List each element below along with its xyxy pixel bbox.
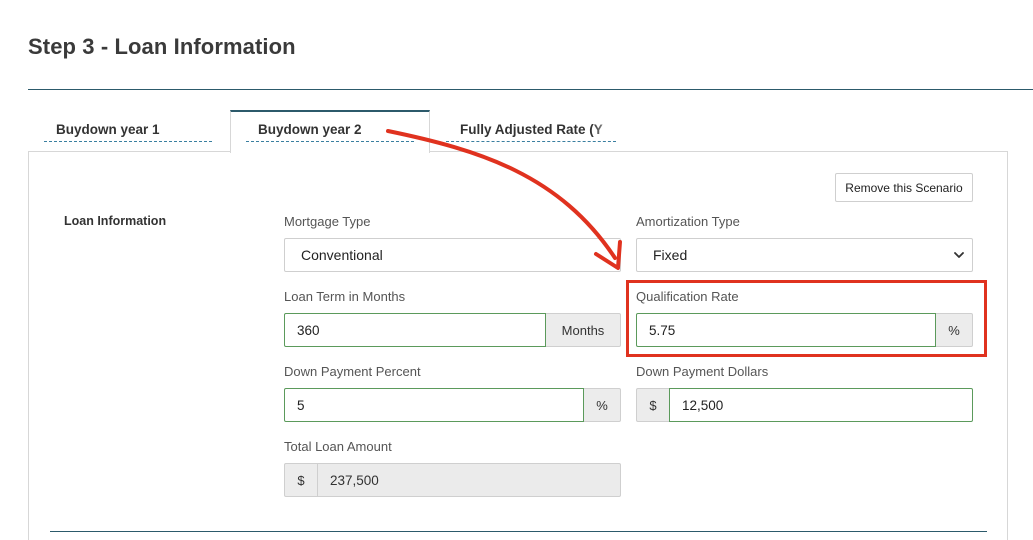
tab-fully-adjusted-rate[interactable]: Fully Adjusted Rate (Y [460, 122, 606, 137]
amortization-type-select[interactable]: Fixed [636, 238, 973, 272]
remove-scenario-button[interactable]: Remove this Scenario [835, 173, 973, 202]
total-loan-amount-field: $ 237,500 [284, 463, 621, 497]
section-label: Loan Information [64, 214, 167, 228]
mortgage-type-label: Mortgage Type [284, 214, 371, 229]
amortization-type-label: Amortization Type [636, 214, 740, 229]
qualification-rate-input[interactable]: 5.75 [636, 313, 936, 347]
page-title: Step 3 - Loan Information [28, 34, 296, 59]
amortization-type-value[interactable]: Fixed [636, 238, 973, 272]
section-divider [50, 531, 987, 532]
tab-underline [246, 141, 414, 142]
down-payment-percent-suffix: % [584, 388, 621, 422]
loan-term-input[interactable]: 360 [284, 313, 546, 347]
tab-buydown-year-1[interactable]: Buydown year 1 [56, 122, 160, 137]
qualification-rate-field[interactable]: 5.75 % [636, 313, 973, 347]
qualification-rate-suffix: % [936, 313, 973, 347]
down-payment-dollars-label: Down Payment Dollars [636, 364, 769, 379]
down-payment-percent-field[interactable]: 5 % [284, 388, 621, 422]
total-loan-amount-prefix: $ [284, 463, 317, 497]
qualification-rate-label: Qualification Rate [636, 289, 739, 304]
tab-underline [446, 141, 616, 142]
down-payment-dollars-input[interactable]: 12,500 [669, 388, 973, 422]
down-payment-dollars-field[interactable]: $ 12,500 [636, 388, 973, 422]
total-loan-amount-label: Total Loan Amount [284, 439, 392, 454]
loan-term-field[interactable]: 360 Months [284, 313, 621, 347]
loan-term-suffix: Months [546, 313, 621, 347]
total-loan-amount-value: 237,500 [317, 463, 621, 497]
down-payment-dollars-prefix: $ [636, 388, 669, 422]
title-divider [28, 89, 1033, 90]
mortgage-type-field[interactable]: Conventional [284, 238, 621, 272]
loan-term-label: Loan Term in Months [284, 289, 406, 304]
chevron-down-icon[interactable] [953, 249, 965, 261]
tab-fade [592, 116, 620, 138]
down-payment-percent-input[interactable]: 5 [284, 388, 584, 422]
tab-underline [44, 141, 212, 142]
tab-buydown-year-2[interactable]: Buydown year 2 [258, 122, 362, 137]
mortgage-type-value[interactable]: Conventional [284, 238, 621, 272]
down-payment-percent-label: Down Payment Percent [284, 364, 421, 379]
